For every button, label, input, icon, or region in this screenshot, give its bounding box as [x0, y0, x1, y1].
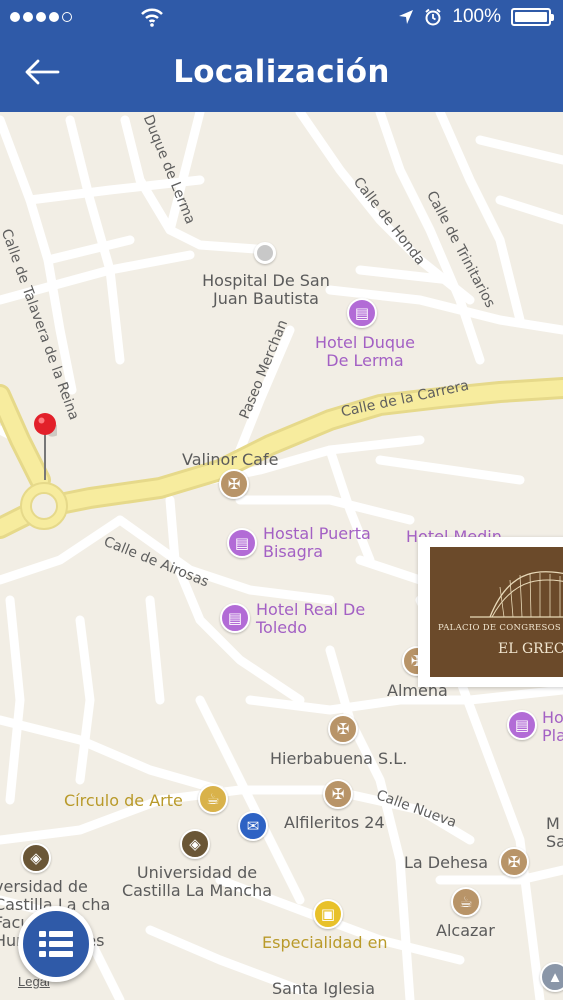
ad-image: PALACIO DE CONGRESOS D EL GRECO	[430, 547, 563, 677]
restaurant-icon[interactable]: ✠	[219, 469, 249, 499]
list-icon	[39, 931, 73, 957]
advertisement-banner[interactable]: PALACIO DE CONGRESOS D EL GRECO	[418, 537, 563, 687]
poi-label-hospital: Hospital De San Juan Bautista	[202, 271, 330, 308]
list-view-button[interactable]	[18, 906, 94, 982]
hospital-icon[interactable]	[254, 242, 276, 264]
poi-label-la-dehesa: La Dehesa	[404, 853, 489, 872]
cafe-icon[interactable]: ☕	[451, 887, 481, 917]
poi-label-alfileritos: Alfileritos 24	[284, 813, 385, 832]
restaurant-icon[interactable]: ✠	[499, 847, 529, 877]
hotel-icon[interactable]: ▤	[227, 528, 257, 558]
battery-percentage: 100%	[452, 6, 501, 27]
poi-label-hierbabuena: Hierbabuena S.L.	[270, 749, 408, 768]
shopping-bag-icon[interactable]: ▣	[313, 899, 343, 929]
restaurant-icon[interactable]: ✠	[328, 714, 358, 744]
hotel-icon[interactable]: ▤	[347, 298, 377, 328]
poi-label-especialidad: Especialidad en	[262, 933, 388, 952]
battery-icon	[511, 8, 554, 26]
poi-label-right-edge: M Sa	[546, 815, 563, 851]
poi-label-santa-iglesia: Santa Iglesia	[272, 979, 376, 998]
ad-brand: EL GRECO	[498, 641, 563, 657]
museum-icon[interactable]: ▲	[540, 962, 563, 992]
poi-label-alcazar: Alcazar	[436, 921, 495, 940]
post-office-icon[interactable]: ✉	[238, 811, 268, 841]
poi-label-hotel-real: Hotel Real De Toledo	[256, 600, 366, 637]
university-icon[interactable]: ◈	[21, 843, 51, 873]
hotel-icon[interactable]: ▤	[507, 710, 537, 740]
restaurant-icon[interactable]: ✠	[323, 779, 353, 809]
page-title: Localización	[173, 54, 390, 90]
map-pin-icon[interactable]	[33, 412, 57, 482]
alarm-icon	[425, 8, 442, 26]
wifi-icon	[141, 8, 163, 27]
bar-icon[interactable]: ☕	[198, 784, 228, 814]
poi-label-hotel-plaza: Ho Pla	[542, 709, 563, 745]
signal-strength-icon	[10, 12, 72, 22]
building-logo-icon	[470, 571, 563, 618]
poi-label-hostal-puerta: Hostal Puerta Bisagra	[263, 524, 371, 561]
poi-label-hotel-duque: Hotel Duque De Lerma	[314, 333, 416, 370]
app-header: 100% Localización	[0, 0, 563, 112]
poi-label-valinor: Valinor Cafe	[182, 450, 279, 469]
hotel-icon[interactable]: ▤	[220, 603, 250, 633]
university-icon[interactable]: ◈	[180, 829, 210, 859]
poi-label-universidad: Universidad de Castilla La Mancha	[121, 863, 273, 900]
ad-headline: PALACIO DE CONGRESOS D	[438, 623, 563, 633]
location-arrow-icon	[399, 10, 414, 24]
map-view[interactable]: Calle de Talavera de la Reina Duque de L…	[0, 112, 563, 1000]
poi-label-circulo: Círculo de Arte	[64, 791, 183, 810]
status-bar: 100%	[0, 0, 563, 36]
